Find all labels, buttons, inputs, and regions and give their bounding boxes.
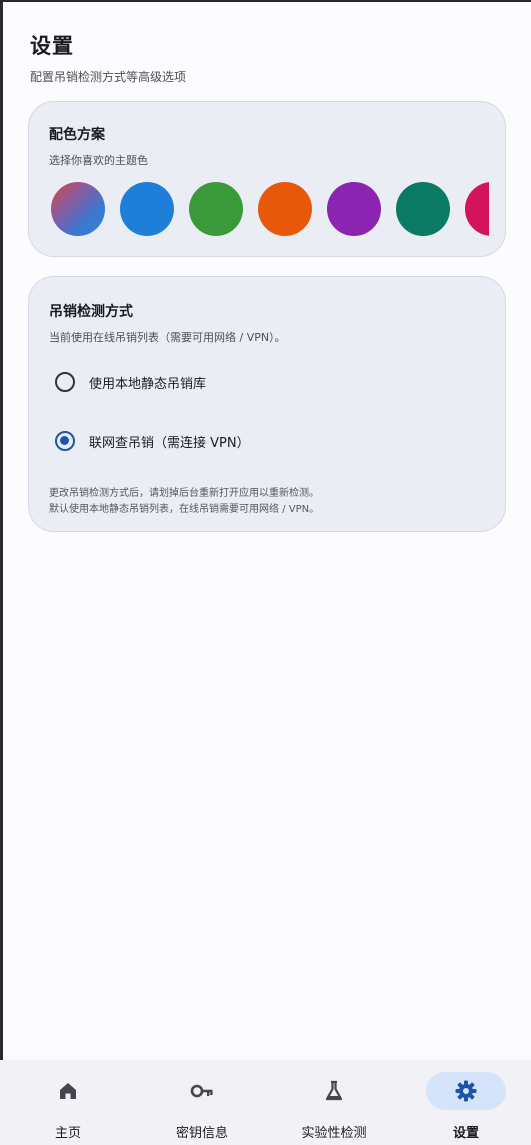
nav-label-settings: 设置 [452,1126,479,1141]
color-scheme-card: 配色方案 选择你喜欢的主题色 [28,101,506,257]
nav-item-key-info[interactable]: 密钥信息 [152,1060,252,1145]
nav-item-home[interactable]: 主页 [18,1060,118,1145]
nav-label-home: 主页 [54,1126,81,1141]
bottom-navigation: 主页 密钥信息 实验性检测 设置 [0,1060,531,1145]
nav-key-indicator [162,1072,242,1110]
nav-label-experimental: 实验性检测 [301,1126,367,1141]
page-title: 设置 [30,34,74,58]
radio-label-online: 联网查吊销（需连接 VPN） [89,436,250,451]
swatch-blue[interactable] [120,182,174,236]
radio-label-local: 使用本地静态吊销库 [89,377,207,392]
nav-item-settings[interactable]: 设置 [416,1060,516,1145]
color-scheme-subtitle: 选择你喜欢的主题色 [49,154,148,167]
key-icon [190,1084,213,1098]
window-top-edge [0,0,531,2]
swatch-dynamic[interactable] [51,182,105,236]
revocation-subtitle: 当前使用在线吊销列表（需要可用网络 / VPN）。 [49,331,286,344]
nav-settings-indicator [426,1072,506,1110]
swatch-green[interactable] [189,182,243,236]
gear-icon [455,1080,477,1102]
nav-label-key-info: 密钥信息 [175,1126,228,1141]
revocation-card: 吊销检测方式 当前使用在线吊销列表（需要可用网络 / VPN）。 使用本地静态吊… [28,276,506,532]
revocation-title: 吊销检测方式 [49,304,133,320]
page-header: 设置 配置吊销检测方式等高级选项 [30,30,186,85]
page-subtitle: 配置吊销检测方式等高级选项 [30,70,187,84]
color-swatch-list[interactable] [51,180,489,240]
revocation-note-1: 更改吊销检测方式后，请划掉后台重新打开应用以重新检测。 [49,488,319,499]
revocation-note-2: 默认使用本地静态吊销列表，在线吊销需要可用网络 / VPN。 [49,504,320,515]
home-icon [60,1083,76,1099]
radio-option-local[interactable]: 使用本地静态吊销库 [55,371,295,397]
window-left-edge [0,0,3,1145]
swatch-purple[interactable] [327,182,381,236]
radio-button-online[interactable] [55,431,75,451]
swatch-teal[interactable] [396,182,450,236]
swatch-orange[interactable] [258,182,312,236]
nav-home-indicator [28,1072,108,1110]
nav-flask-indicator [294,1072,374,1110]
flask-icon [325,1080,343,1101]
color-scheme-title: 配色方案 [49,127,105,143]
radio-button-local[interactable] [55,372,75,392]
swatch-pink[interactable] [465,182,489,236]
radio-option-online[interactable]: 联网查吊销（需连接 VPN） [55,430,315,456]
nav-item-experimental[interactable]: 实验性检测 [284,1060,384,1145]
